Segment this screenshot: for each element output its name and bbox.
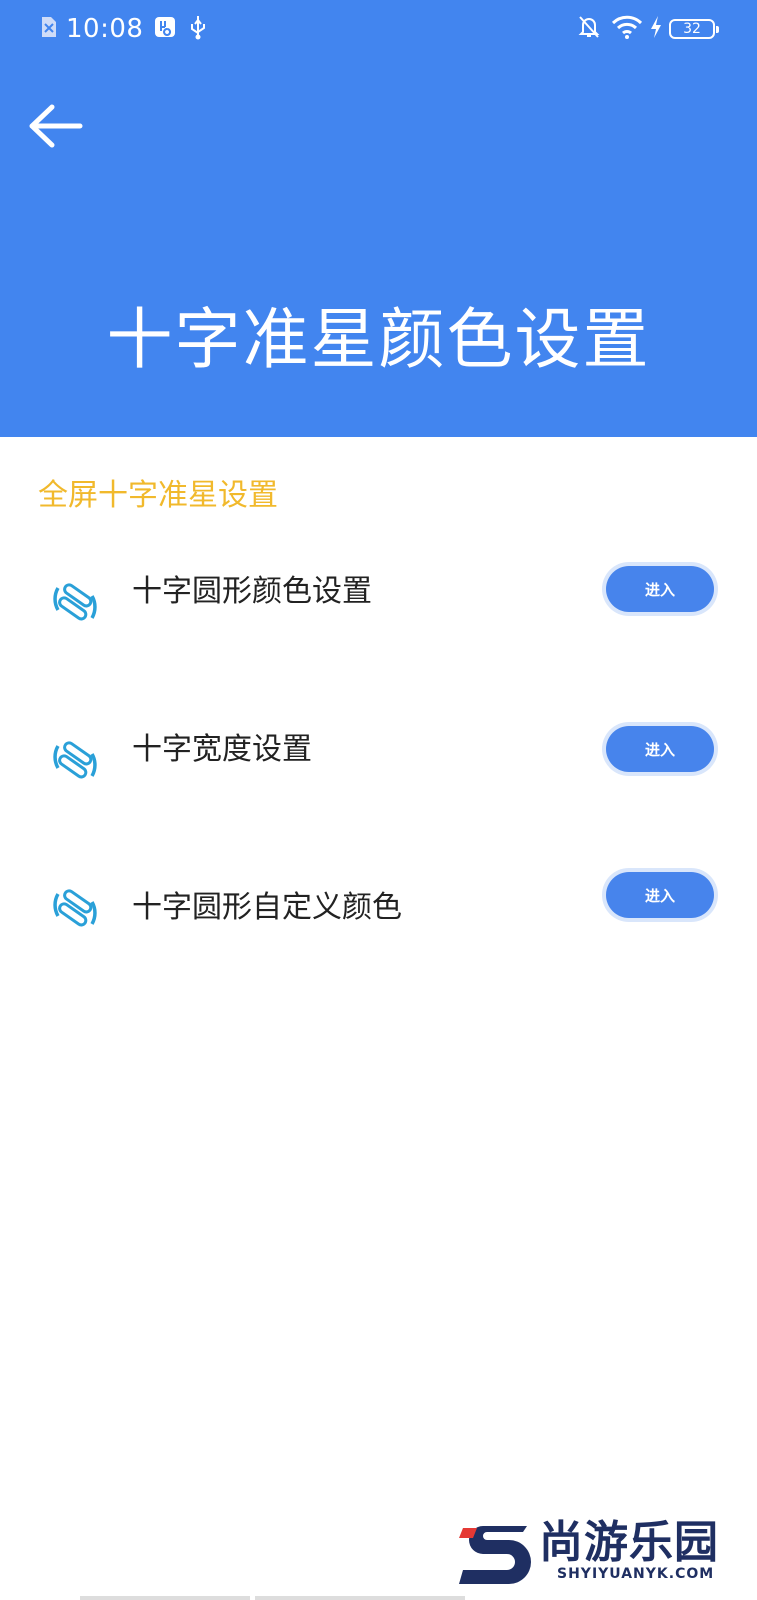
battery-indicator: 32: [669, 19, 719, 39]
enter-button[interactable]: 进入: [606, 566, 714, 612]
item-label: 十字圆形自定义颜色: [132, 890, 402, 925]
list-item[interactable]: 十字宽度设置 进入: [0, 724, 757, 794]
charging-icon: [649, 15, 663, 43]
section-title: 全屏十字准星设置: [38, 478, 278, 513]
usb-debug-icon: [153, 15, 177, 43]
status-bar: 10:08 32: [0, 0, 757, 62]
status-left: 10:08: [40, 14, 209, 44]
arrow-left-icon: [29, 104, 83, 148]
nav-hint: [80, 1596, 250, 1600]
nav-hint: [255, 1596, 465, 1600]
brand-s-icon: [459, 1526, 531, 1584]
status-right: 32: [577, 14, 719, 44]
crosshair-icon: [50, 736, 100, 786]
mute-bell-icon: [577, 14, 601, 44]
usb-icon: [187, 14, 209, 44]
list-item[interactable]: 十字圆形自定义颜色 进入: [0, 870, 757, 940]
watermark-brand: 尚游乐园: [539, 1517, 719, 1568]
item-label: 十字圆形颜色设置: [132, 574, 372, 609]
watermark-site: SHYIYUANYK.COM: [557, 1566, 715, 1582]
crosshair-icon: [50, 884, 100, 934]
header: 10:08 32 十字准星颜色设置: [0, 0, 757, 437]
battery-level: 32: [683, 21, 701, 37]
page-title: 十字准星颜色设置: [106, 301, 651, 378]
watermark-logo: 尚游乐园 SHYIYUANYK.COM: [457, 1504, 747, 1594]
wifi-icon: [611, 14, 643, 44]
back-button[interactable]: [28, 100, 84, 152]
sim-missing-icon: [40, 15, 58, 43]
enter-button[interactable]: 进入: [606, 726, 714, 772]
list-item[interactable]: 十字圆形颜色设置 进入: [0, 564, 757, 634]
status-time: 10:08: [66, 14, 144, 44]
item-label: 十字宽度设置: [132, 732, 312, 767]
enter-button[interactable]: 进入: [606, 872, 714, 918]
crosshair-icon: [50, 578, 100, 628]
